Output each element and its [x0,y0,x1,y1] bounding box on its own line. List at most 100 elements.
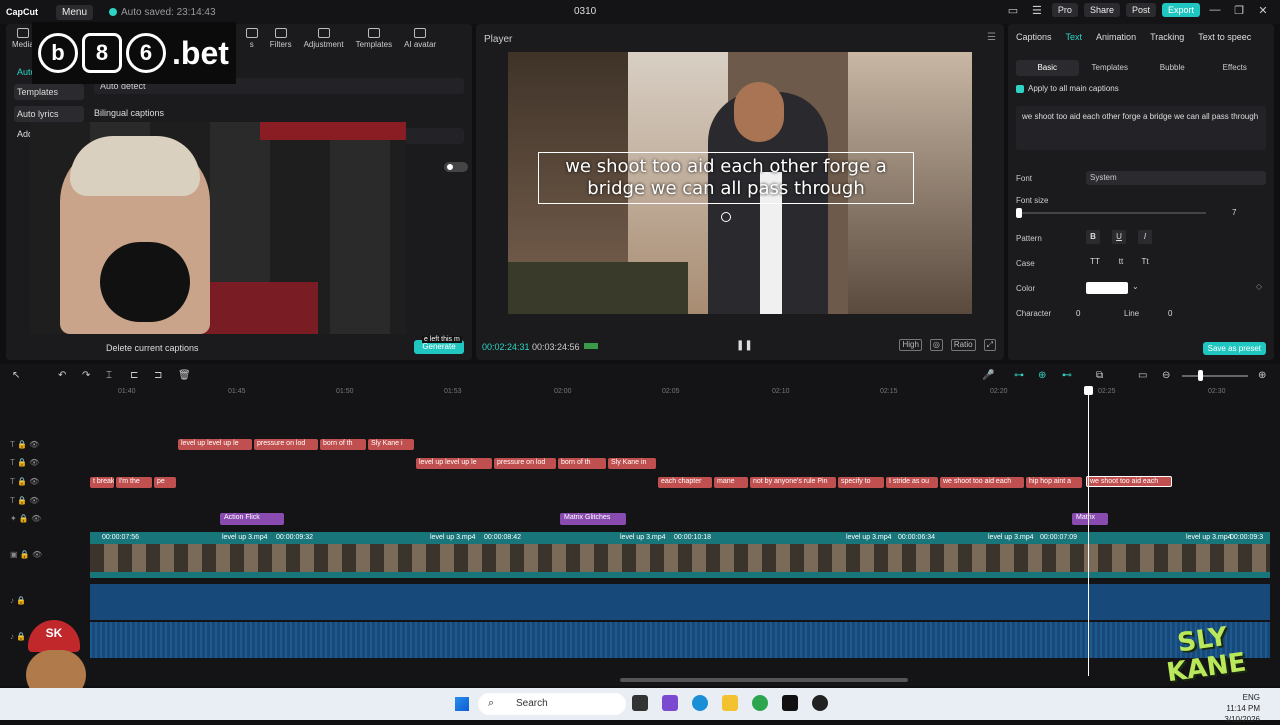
undo-icon[interactable]: ↶ [58,370,66,381]
task-view-icon[interactable] [632,695,648,711]
audio-track[interactable] [90,584,1270,620]
microphone-icon[interactable]: 🎤 [982,370,994,381]
subtab-effects[interactable]: Effects [1204,60,1267,76]
taskbar-search[interactable]: Search [478,693,626,715]
subtab-templates[interactable]: Templates [1079,60,1142,76]
caption-clip[interactable]: each chapter [658,477,712,488]
case-title-button[interactable]: Tt [1136,255,1154,269]
caption-clip[interactable]: born of th [320,439,366,450]
rotate-handle-icon[interactable] [721,212,731,222]
character-value[interactable]: 0 [1076,309,1080,318]
caption-clip[interactable]: pressure on lod [494,458,556,469]
notes-icon[interactable]: ☰ [1028,4,1046,17]
tab-text[interactable]: Text [1066,32,1083,42]
capcut-icon[interactable] [782,695,798,711]
menu-button[interactable]: Menu [56,4,94,20]
zoom-knob[interactable] [1198,370,1203,381]
redo-icon[interactable]: ↷ [82,370,90,381]
timeline[interactable]: 01:40 01:45 01:50 01:53 02:00 02:05 02:1… [0,386,1280,686]
app-icon[interactable] [752,695,768,711]
trim-left-icon[interactable]: ⊏ [130,370,138,381]
checkbox-icon[interactable] [1016,84,1024,93]
caption-text-input[interactable]: we shoot too aid each other forge a brid… [1016,106,1266,150]
caption-clip[interactable]: we shoot too aid each [940,477,1024,488]
obs-icon[interactable] [812,695,828,711]
tool-templates[interactable]: Templates [356,28,392,49]
tool-captions[interactable]: s [245,28,258,49]
caption-clip[interactable]: I'm the [116,477,152,488]
system-tray[interactable]: ENG 11:14 PM 3/10/2026 [1224,692,1260,725]
sidebar-item-auto-lyrics[interactable]: Auto lyrics [14,106,84,122]
font-select[interactable]: System [1086,171,1266,185]
delete-icon[interactable]: 🗑 [178,370,191,381]
edge-icon[interactable] [692,695,708,711]
snap-icon[interactable]: ⊷ [1062,370,1072,381]
preview-axis-icon[interactable]: ⧉ [1096,370,1103,381]
tab-captions[interactable]: Captions [1016,32,1052,42]
share-button[interactable]: Share [1083,3,1120,17]
subtab-basic[interactable]: Basic [1016,60,1079,76]
effect-clip[interactable]: Matrix Glitches [560,513,626,525]
bilingual-toggle[interactable] [444,162,468,172]
minimize-icon[interactable]: — [1206,4,1224,16]
tab-animation[interactable]: Animation [1096,32,1136,42]
main-video-track[interactable]: 00:00:07:56 level up 3.mp4 00:00:09:32 l… [90,532,1270,578]
link-icon[interactable]: ⊶ [1014,370,1024,381]
apply-all-row[interactable]: Apply to all main captions [1016,84,1119,93]
caption-clip[interactable]: Sly Kane i [368,439,414,450]
effect-clip[interactable]: Action Flick [220,513,284,525]
snapshot-icon[interactable]: ◎ [929,339,943,351]
pause-icon[interactable]: ❚❚ [736,340,753,351]
magnet-icon[interactable]: ⊕ [1038,370,1046,381]
trim-right-icon[interactable]: ⊐ [154,370,162,381]
ratio-button[interactable]: Ratio [950,339,976,351]
zoom-in-icon[interactable]: ⊕ [1258,370,1266,381]
playhead[interactable] [1088,386,1089,676]
video-preview[interactable]: we shoot too aid each other forge a brid… [508,52,972,314]
save-preset-button[interactable]: Save as preset [1202,342,1266,355]
copilot-icon[interactable] [662,695,678,711]
tool-filters[interactable]: Filters [270,28,292,49]
caption-toggle-icon[interactable]: ▭ [1138,370,1147,381]
player-menu-icon[interactable]: ☰ [987,32,996,43]
pro-button[interactable]: Pro [1051,3,1078,17]
font-size-knob[interactable] [1016,208,1022,218]
italic-button[interactable]: I [1138,230,1152,244]
caption-clip[interactable]: mane [714,477,748,488]
caption-clip[interactable]: specify to [838,477,884,488]
keyframe-icon[interactable]: ◇ [1256,282,1262,291]
bold-button[interactable]: B [1086,230,1100,244]
font-size-value[interactable]: 7 [1232,208,1236,217]
caption-clip[interactable]: level up level up le [178,439,252,450]
maximize-icon[interactable]: ❐ [1230,4,1248,17]
line-value[interactable]: 0 [1168,309,1172,318]
playhead-handle[interactable] [1084,386,1093,395]
post-button[interactable]: Post [1125,3,1156,17]
tool-media[interactable]: Media [12,28,34,49]
close-icon[interactable]: ✕ [1254,4,1272,17]
chevron-down-icon[interactable]: ⌄ [1132,282,1139,291]
timeline-scrollbar[interactable] [620,678,908,682]
caption-clip[interactable]: pressure on lod [254,439,318,450]
sidebar-item-templates[interactable]: Templates [14,84,84,100]
font-size-slider[interactable] [1020,212,1206,214]
case-upper-button[interactable]: TT [1086,255,1104,269]
delete-captions-label[interactable]: Delete current captions [106,343,199,353]
caption-clip-selected[interactable]: we shoot too aid each [1086,476,1172,487]
caption-clip[interactable]: born of th [558,458,606,469]
zoom-slider[interactable] [1182,375,1248,377]
caption-clip[interactable]: Sly Kane in [608,458,656,469]
subtab-bubble[interactable]: Bubble [1141,60,1204,76]
split-icon[interactable]: ⌶ [106,370,112,381]
tool-ai-avatar[interactable]: AI avatar [404,28,436,49]
caption-clip[interactable]: pe [154,477,176,488]
windows-start-icon[interactable] [455,697,469,711]
fullscreen-icon[interactable]: ⤢ [983,339,996,351]
color-picker[interactable] [1086,282,1128,294]
quality-button[interactable]: High [899,339,922,351]
select-tool-icon[interactable]: ↖ [12,370,20,381]
tab-text-to-speech[interactable]: Text to speec [1198,32,1251,42]
audio-waveform-track[interactable] [90,622,1270,658]
tool-adjustment[interactable]: Adjustment [304,28,344,49]
caption-clip[interactable]: level up level up le [416,458,492,469]
